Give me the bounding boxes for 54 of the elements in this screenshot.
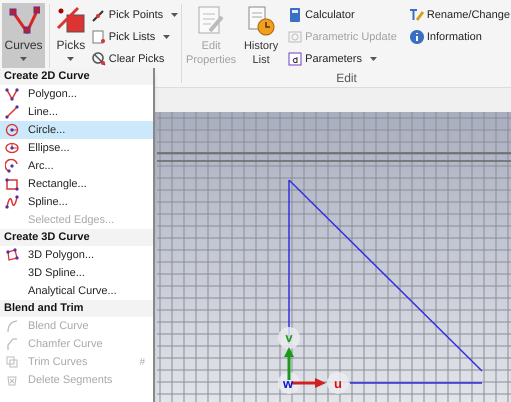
menu-section-header: Create 2D Curve (0, 68, 153, 85)
menu-item[interactable]: Ellipse... (0, 139, 153, 157)
menu-section-header: Create 3D Curve (0, 229, 153, 246)
w-axis-label: w (282, 376, 294, 391)
menu-item[interactable]: Spline... (0, 193, 153, 211)
information-icon (408, 29, 425, 45)
menu-item[interactable]: Line... (0, 103, 153, 121)
ribbon-tool-button[interactable]: Parameters (286, 48, 378, 70)
ribbon-tool-button[interactable]: Rename/Change (408, 4, 511, 26)
menu-item[interactable]: Arc... (0, 157, 153, 175)
vertex-curve-icon (8, 6, 40, 34)
ribbon-tool-button[interactable]: Pick Points (90, 4, 180, 26)
chamfer-icon (5, 337, 19, 351)
pick-square-icon (56, 6, 86, 34)
ribbon-large-button[interactable]: History List (236, 2, 286, 71)
update-icon (287, 29, 304, 45)
rectangle-icon (5, 177, 19, 191)
line-icon (5, 105, 19, 119)
ribbon-tool-button[interactable]: Clear Picks (90, 48, 174, 70)
pencil-text-icon (408, 7, 425, 23)
arc-icon (5, 159, 19, 173)
caret-icon (20, 57, 28, 61)
clear-picks-icon (90, 51, 107, 67)
menu-section-header: Blend and Trim (0, 300, 153, 317)
group-label: Edit (335, 71, 358, 87)
polygon-icon (5, 248, 19, 262)
menu-item[interactable]: 3D Spline... (0, 264, 153, 282)
picks-button[interactable]: Picks (54, 3, 88, 69)
u-axis-label: u (334, 376, 342, 391)
circle-icon (5, 123, 19, 137)
ribbon-tool-button[interactable]: Calculator (286, 4, 364, 26)
caret-icon (171, 13, 178, 17)
document-clock-icon (246, 5, 276, 37)
menu-item[interactable]: Circle... (0, 121, 153, 139)
list-point-icon (90, 29, 107, 45)
caret-icon (67, 57, 74, 61)
menu-item[interactable]: Polygon... (0, 85, 153, 103)
ellipse-icon (5, 141, 19, 155)
spline-icon (5, 195, 19, 209)
ribbon-tool-button[interactable]: Pick Lists (90, 26, 172, 48)
parameter-box-icon (287, 51, 304, 67)
menu-item[interactable]: Analytical Curve... (0, 282, 153, 300)
polygon-icon (5, 87, 19, 101)
menu-item[interactable]: 3D Polygon... (0, 246, 153, 264)
curves-button[interactable]: Curves (2, 3, 46, 69)
v-axis-label: v (285, 330, 293, 345)
shortcut-key: # (139, 354, 145, 370)
caret-icon (163, 35, 170, 39)
caret-icon (370, 57, 377, 61)
overlap-squares-icon (5, 355, 19, 369)
curve-icon (5, 319, 19, 333)
menu-item[interactable]: Rectangle... (0, 175, 153, 193)
axes-drawing (278, 327, 349, 394)
ribbon-tool-button[interactable]: Information (408, 26, 483, 48)
